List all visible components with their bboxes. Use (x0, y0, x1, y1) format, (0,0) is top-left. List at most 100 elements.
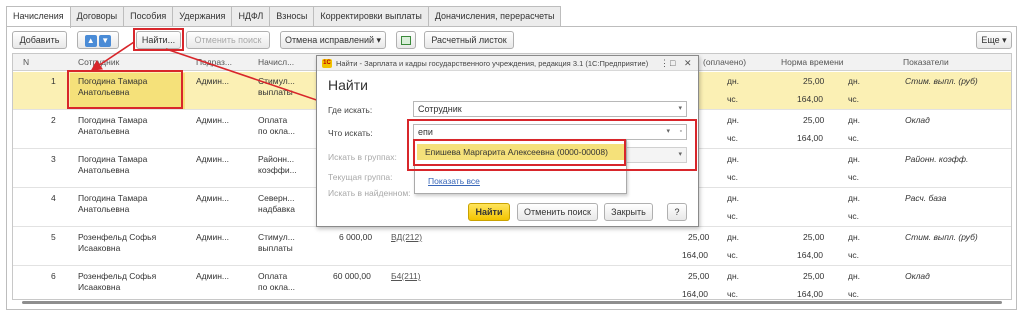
department: Админ... (196, 271, 229, 281)
employee-name-2: Анатольевна (78, 165, 130, 175)
maximize-icon[interactable]: □ (670, 58, 675, 68)
employee-name: Розенфельд Софья (78, 232, 157, 242)
department: Админ... (196, 232, 229, 242)
employee-name: Розенфельд Софья (78, 271, 157, 281)
days-unit: дн. (727, 154, 740, 164)
norm-hours: 164,00 (797, 133, 823, 143)
annotation-find-button (133, 28, 184, 51)
cancel-search-dialog-button[interactable]: Отменить поиск (517, 203, 598, 221)
indicator: Оклад (905, 115, 930, 125)
cancel-search-button[interactable]: Отменить поиск (186, 31, 270, 49)
what-label: Что искать: (328, 128, 373, 138)
norm-days: 25,00 (803, 271, 825, 281)
days-unit: дн. (727, 193, 740, 203)
norm-hours-unit: чс. (848, 133, 860, 143)
norm-days-unit: дн. (848, 232, 861, 242)
col-paid[interactable]: (оплачено) (703, 57, 746, 67)
where-value: Сотрудник (418, 104, 462, 114)
move-down-icon[interactable]: ▼ (99, 35, 112, 47)
scrollbar-thumb[interactable] (22, 301, 1002, 304)
chevron-down-icon: ▾ (1002, 35, 1007, 45)
table-row[interactable]: 5 Розенфельд Софья Исааковна Админ... Ст… (13, 228, 1011, 266)
accrual-sum: 6 000,00 (339, 232, 373, 242)
tab-contributions[interactable]: Взносы (269, 6, 315, 27)
norm-days: 25,00 (803, 232, 825, 242)
norm-hours-unit: чс. (848, 289, 860, 299)
move-buttons: ▲ ▼ (77, 31, 119, 49)
find-submit-button[interactable]: Найти (468, 203, 510, 221)
payslip-button[interactable]: Расчетный листок (424, 31, 514, 49)
add-button[interactable]: Добавить (12, 31, 67, 49)
chevron-down-icon: ▾ (376, 35, 382, 45)
dialog-title: Найти - Зарплата и кадры государственног… (336, 59, 649, 68)
norm-days-unit: дн. (848, 271, 861, 281)
indicator: Районн. коэфф. (905, 154, 969, 164)
col-employee[interactable]: Сотрудник (78, 57, 119, 67)
tab-benefits[interactable]: Пособия (123, 6, 174, 27)
indicator: Стим. выпл. (руб) (905, 76, 978, 86)
days-unit: дн. (727, 232, 740, 242)
row-number: 3 (51, 154, 56, 164)
show-all-link[interactable]: Показать все (428, 176, 480, 186)
accrual-code: Б4(211) (391, 271, 421, 281)
hours-unit: чс. (727, 211, 739, 221)
norm-hours-unit: чс. (848, 172, 860, 182)
norm-days-unit: дн. (848, 154, 861, 164)
close-button[interactable]: Закрыть (604, 203, 653, 221)
norm-hours-unit: чс. (848, 211, 860, 221)
print-icon[interactable] (396, 31, 416, 49)
where-field[interactable]: Сотрудник ▾ (413, 101, 687, 117)
col-indicators[interactable]: Показатели (903, 57, 949, 67)
employee-name-2: Анатольевна (78, 126, 130, 136)
paid-hours: 164,00 (682, 250, 708, 260)
col-time-norm[interactable]: Норма времени (781, 57, 844, 67)
tab-contracts[interactable]: Договоры (69, 6, 125, 27)
horizontal-scrollbar[interactable] (12, 299, 1012, 305)
norm-hours-unit: чс. (848, 94, 860, 104)
dialog-titlebar: 1С Найти - Зарплата и кадры государствен… (317, 56, 698, 71)
annotation-suggestion (413, 139, 626, 166)
paid-hours: 164,00 (682, 289, 708, 299)
tab-recalculations[interactable]: Доначисления, перерасчеты (427, 6, 562, 27)
hours-unit: чс. (727, 289, 739, 299)
indicator: Стим. выпл. (руб) (905, 232, 978, 242)
hours-unit: чс. (727, 133, 739, 143)
norm-hours: 164,00 (797, 250, 823, 260)
more-icon[interactable]: ⋮ (660, 58, 669, 68)
norm-days-unit: дн. (848, 115, 861, 125)
accrual-code: ВД(212) (391, 232, 423, 242)
accrual-2: коэффи... (258, 165, 297, 175)
in-found-label: Искать в найденном: (328, 188, 411, 198)
row-number: 5 (51, 232, 56, 242)
accrual: Стимул... (258, 76, 295, 86)
paid-days: 25,00 (688, 232, 710, 242)
current-group-label: Текущая группа: (328, 172, 393, 182)
norm-hours: 164,00 (797, 94, 823, 104)
employee-name-2: Исааковна (78, 282, 121, 292)
col-department[interactable]: Подраз... (196, 57, 232, 67)
close-icon[interactable]: ✕ (684, 58, 692, 68)
accrual-2: выплаты (258, 243, 293, 253)
tab-ndfl[interactable]: НДФЛ (231, 6, 271, 27)
more-button[interactable]: Еще ▾ (976, 31, 1012, 49)
department: Админ... (196, 154, 229, 164)
row-number: 2 (51, 115, 56, 125)
move-up-icon[interactable]: ▲ (84, 35, 97, 47)
help-button[interactable]: ? (667, 203, 687, 221)
tab-deductions[interactable]: Удержания (172, 6, 233, 27)
tab-payment-corrections[interactable]: Корректировки выплаты (313, 6, 429, 27)
table-row[interactable]: 6 Розенфельд Софья Исааковна Админ... Оп… (13, 267, 1011, 299)
col-accrual[interactable]: Начисл... (258, 57, 294, 67)
tab-accruals[interactable]: Начисления (6, 6, 71, 28)
more-label: Еще (981, 35, 1000, 45)
days-unit: дн. (727, 271, 740, 281)
cancel-corrections-button[interactable]: Отмена исправлений ▾ (280, 31, 386, 49)
where-label: Где искать: (328, 105, 373, 115)
col-n[interactable]: N (23, 57, 29, 67)
norm-days-unit: дн. (848, 193, 861, 203)
row-number: 1 (51, 76, 56, 86)
chevron-down-icon[interactable]: ▾ (678, 102, 682, 116)
department: Админ... (196, 193, 229, 203)
norm-days: 25,00 (803, 115, 825, 125)
accrual: Оплата (258, 115, 288, 125)
